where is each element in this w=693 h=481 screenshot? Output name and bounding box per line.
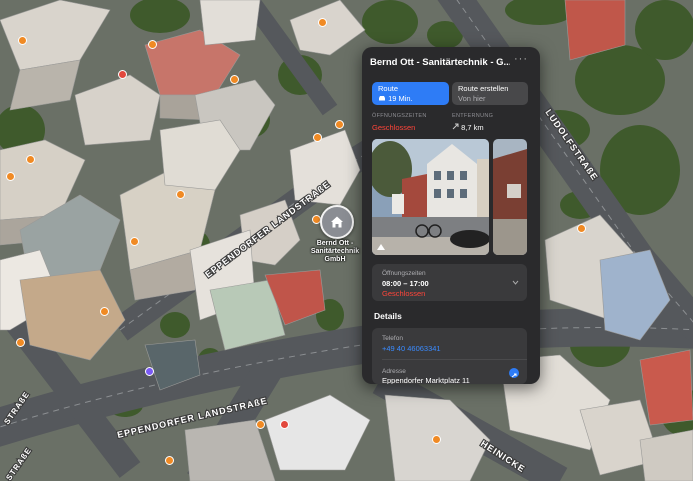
distance-arrow-icon bbox=[452, 123, 459, 130]
poi-dot[interactable] bbox=[18, 36, 27, 45]
street-photo bbox=[372, 139, 489, 255]
chevron-down-icon bbox=[512, 280, 519, 285]
poi-dot[interactable] bbox=[26, 155, 35, 164]
route-duration-text: 19 Min. bbox=[388, 94, 413, 103]
more-options-button[interactable]: ··· bbox=[514, 53, 528, 65]
place-title: Bernd Ott - Sanitärtechnik - G... bbox=[370, 57, 510, 68]
divider bbox=[382, 359, 527, 360]
hours-time: 08:00 – 17:00 bbox=[382, 279, 429, 288]
poi-dot[interactable] bbox=[335, 120, 344, 129]
poi-dot[interactable] bbox=[118, 70, 127, 79]
hours-label: Öffnungszeiten bbox=[382, 270, 426, 277]
arrow-icon bbox=[511, 373, 517, 378]
create-route-label: Route erstellen bbox=[458, 84, 509, 93]
car-icon bbox=[379, 96, 385, 101]
house-icon bbox=[331, 216, 343, 228]
poi-dot[interactable] bbox=[145, 367, 154, 376]
poi-dot[interactable] bbox=[577, 224, 586, 233]
opening-hours-card[interactable]: Öffnungszeiten 08:00 – 17:00 Geschlossen bbox=[372, 264, 527, 301]
poi-dot[interactable] bbox=[165, 456, 174, 465]
poi-dot[interactable] bbox=[16, 338, 25, 347]
poi-dot[interactable] bbox=[130, 237, 139, 246]
distance-text: 8,7 km bbox=[461, 123, 484, 132]
building-photo bbox=[493, 139, 527, 255]
place-info-panel: Bernd Ott - Sanitärtechnik - G... ··· Ro… bbox=[362, 47, 540, 384]
phone-label: Telefon bbox=[382, 335, 403, 342]
selected-poi-marker[interactable] bbox=[320, 205, 354, 239]
opening-hours-heading: ÖFFNUNGSZEITEN bbox=[372, 113, 427, 119]
poi-dot[interactable] bbox=[318, 18, 327, 27]
selected-poi-label[interactable]: Bernd Ott - Sanitärtechnik GmbH bbox=[302, 240, 368, 264]
poi-dot[interactable] bbox=[432, 435, 441, 444]
place-photo-secondary[interactable] bbox=[493, 139, 527, 255]
phone-link[interactable]: +49 40 46063341 bbox=[382, 344, 441, 353]
address-value[interactable]: Eppendorfer Marktplatz 11 bbox=[382, 376, 470, 384]
distance-value: 8,7 km bbox=[452, 123, 484, 132]
poi-dot[interactable] bbox=[100, 307, 109, 316]
create-route-button[interactable]: Route erstellen Von hier bbox=[452, 82, 528, 105]
route-button-label: Route bbox=[378, 84, 399, 93]
hours-status: Geschlossen bbox=[382, 289, 426, 298]
address-label: Adresse bbox=[382, 368, 406, 375]
poi-dot[interactable] bbox=[230, 75, 239, 84]
open-status: Geschlossen bbox=[372, 123, 416, 132]
route-button[interactable]: Route 19 Min. bbox=[372, 82, 449, 105]
poi-dot[interactable] bbox=[148, 40, 157, 49]
poi-dot[interactable] bbox=[313, 133, 322, 142]
poi-dot[interactable] bbox=[256, 420, 265, 429]
look-around-icon[interactable] bbox=[376, 243, 386, 251]
poi-dot[interactable] bbox=[6, 172, 15, 181]
create-route-sub: Von hier bbox=[458, 94, 486, 103]
directions-icon[interactable] bbox=[509, 368, 519, 378]
details-heading: Details bbox=[374, 311, 402, 321]
details-card: Telefon +49 40 46063341 Adresse Eppendor… bbox=[372, 328, 527, 384]
poi-dot[interactable] bbox=[176, 190, 185, 199]
poi-dot[interactable] bbox=[280, 420, 289, 429]
place-photo-main[interactable] bbox=[372, 139, 489, 255]
route-duration: 19 Min. bbox=[378, 94, 443, 104]
distance-heading: ENTFERNUNG bbox=[452, 113, 494, 119]
